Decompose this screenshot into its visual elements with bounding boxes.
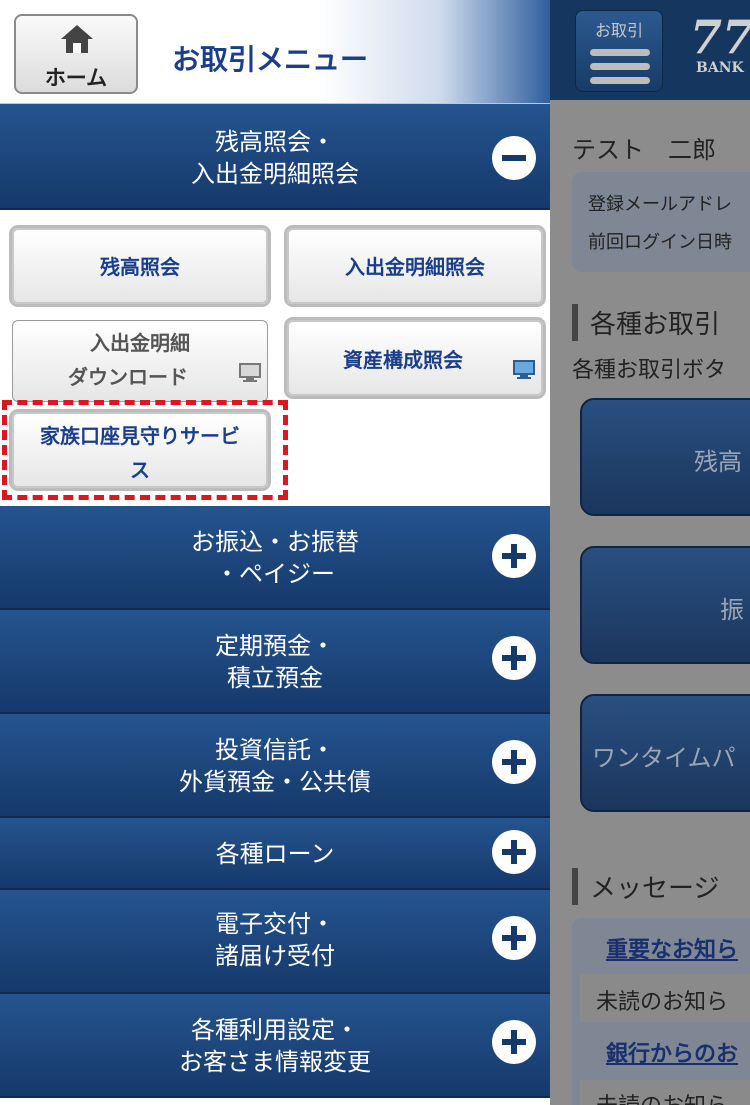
user-name: テスト 二郎 bbox=[572, 136, 716, 164]
hamburger-icon bbox=[590, 77, 650, 84]
big-button-transfer[interactable]: 振 bbox=[580, 546, 750, 664]
expand-plus-icon[interactable] bbox=[492, 1020, 536, 1064]
home-label: ホーム bbox=[44, 66, 108, 90]
big-button-balance[interactable]: 残高 bbox=[580, 398, 750, 516]
asset-composition-button[interactable]: 資産構成照会 bbox=[287, 320, 543, 396]
section-transactions-title: 各種お取引 bbox=[572, 304, 720, 341]
section-transactions-desc: 各種お取引ボタ bbox=[572, 358, 727, 383]
home-icon bbox=[61, 25, 93, 53]
highlight-dashed-box bbox=[2, 400, 288, 500]
important-notice-link[interactable]: 重要なお知ら bbox=[606, 932, 738, 964]
pc-icon bbox=[513, 360, 535, 379]
balance-inquiry-button[interactable]: 残高照会 bbox=[12, 228, 268, 304]
expand-plus-icon[interactable] bbox=[492, 740, 536, 784]
transactions-drawer: ホーム お取引メニュー 残高照会・ 入出金明細照会 残高照会 入出金明細照会 入… bbox=[0, 0, 550, 1105]
transactions-menu-label: お取引 bbox=[594, 21, 643, 40]
category-settings[interactable]: 各種利用設定・ お客さま情報変更 bbox=[0, 994, 550, 1098]
login-info-box: 登録メールアドレ 前回ログイン日時 bbox=[572, 172, 750, 272]
expand-plus-icon[interactable] bbox=[492, 636, 536, 680]
home-button[interactable]: ホーム bbox=[14, 14, 138, 94]
expand-plus-icon[interactable] bbox=[492, 916, 536, 960]
expand-plus-icon[interactable] bbox=[492, 830, 536, 874]
category-transfer[interactable]: お振込・お振替 ・ペイジー bbox=[0, 506, 550, 610]
category-e-delivery[interactable]: 電子交付・ 諸届け受付 bbox=[0, 890, 550, 994]
drawer-title: お取引メニュー bbox=[172, 43, 369, 76]
statement-inquiry-button[interactable]: 入出金明細照会 bbox=[287, 228, 543, 304]
section-messages-title: メッセージ bbox=[572, 868, 719, 905]
message-row: 未読のお知ら bbox=[580, 974, 750, 1022]
hamburger-icon bbox=[590, 49, 650, 56]
big-button-onetime-password[interactable]: ワンタイムパ bbox=[580, 694, 750, 812]
pc-icon bbox=[239, 363, 261, 382]
info-email: 登録メールアドレ bbox=[588, 194, 732, 215]
hamburger-icon bbox=[590, 63, 650, 70]
category-time-deposit[interactable]: 定期預金・ 積立預金 bbox=[0, 610, 550, 714]
message-row: 未読のお知ら bbox=[580, 1080, 750, 1105]
statement-download-button[interactable]: 入出金明細 ダウンロード bbox=[12, 320, 268, 402]
info-last-login: 前回ログイン日時 bbox=[588, 232, 732, 253]
category-investment[interactable]: 投資信託・ 外貨預金・公共債 bbox=[0, 714, 550, 818]
bank-notice-link[interactable]: 銀行からのお bbox=[606, 1036, 738, 1068]
collapse-minus-icon[interactable] bbox=[492, 136, 536, 180]
transactions-menu-button[interactable]: お取引 bbox=[575, 10, 663, 92]
bank-logo: 77 BANK bbox=[690, 10, 750, 76]
expand-plus-icon[interactable] bbox=[492, 534, 536, 578]
messages-box: 重要なお知ら 未読のお知ら 銀行からのお 未読のお知ら bbox=[572, 918, 750, 1105]
category-loans[interactable]: 各種ローン bbox=[0, 818, 550, 890]
category-balance-statement[interactable]: 残高照会・ 入出金明細照会 bbox=[0, 104, 550, 210]
drawer-header: ホーム お取引メニュー bbox=[0, 0, 550, 104]
